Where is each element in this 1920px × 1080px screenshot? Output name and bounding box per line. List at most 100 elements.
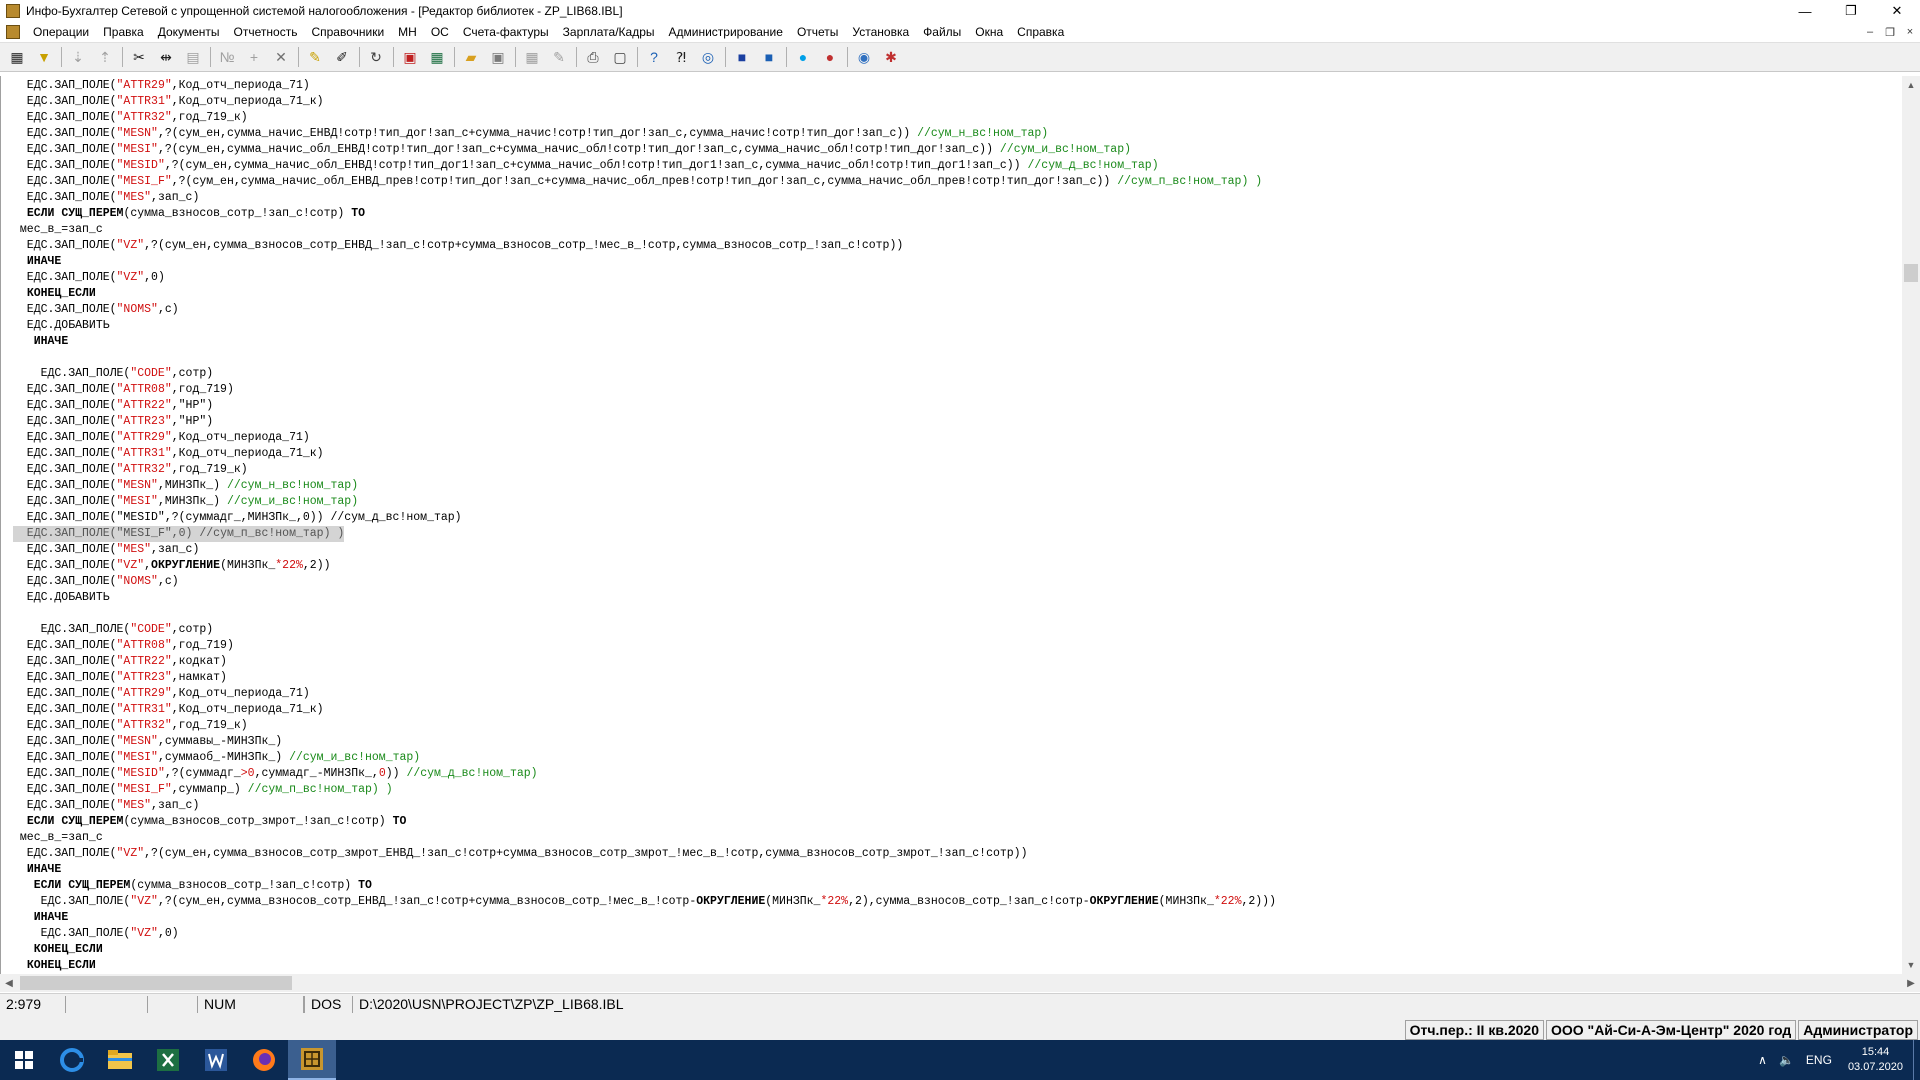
split-button[interactable]: ⇹ [155, 46, 177, 68]
help-button[interactable]: ? [643, 46, 665, 68]
code-line[interactable]: ЕДС.ЗАП_ПОЛЕ("ATTR23","НР") [13, 414, 213, 430]
menu-item[interactable]: Файлы [916, 25, 968, 39]
close-button[interactable]: ✕ [1874, 0, 1920, 22]
print-button[interactable]: ⎙ [582, 46, 604, 68]
pdf-button[interactable]: ▣ [399, 46, 421, 68]
menu-item[interactable]: Правка [96, 25, 151, 39]
cut-button[interactable]: ✂ [128, 46, 150, 68]
code-line[interactable]: ЕДС.ЗАП_ПОЛЕ("ATTR31",Код_отч_периода_71… [13, 446, 324, 462]
edit-disabled-button[interactable]: ✎ [548, 46, 570, 68]
code-line[interactable]: КОНЕЦ_ЕСЛИ [13, 942, 103, 958]
code-line[interactable]: ИНАЧЕ [13, 910, 69, 926]
open-folder-button[interactable]: ▰ [460, 46, 482, 68]
menu-item[interactable]: Справочники [304, 25, 391, 39]
menu-item[interactable]: Установка [845, 25, 916, 39]
code-line[interactable]: ЕДС.ЗАП_ПОЛЕ("MESID",?(суммадг_>0,суммад… [13, 766, 538, 782]
code-line[interactable]: ЕДС.ЗАП_ПОЛЕ("ATTR32",год_719_к) [13, 462, 248, 478]
code-line[interactable]: ЕДС.ЗАП_ПОЛЕ("VZ",?(сум_ен,сумма_взносов… [13, 238, 903, 254]
code-line[interactable]: ЕДС.ЗАП_ПОЛЕ("NOMS",с) [13, 302, 179, 318]
globe-button[interactable]: ◉ [853, 46, 875, 68]
code-line[interactable]: ЕДС.ДОБАВИТЬ [13, 318, 110, 334]
code-line[interactable]: ЕДС.ЗАП_ПОЛЕ("MESI_F",?(сум_ен,сумма_нач… [13, 174, 1262, 190]
menu-item[interactable]: Документы [151, 25, 227, 39]
refresh-button[interactable]: ↻ [365, 46, 387, 68]
taskbar-explorer[interactable] [96, 1040, 144, 1080]
excel-button[interactable]: ▦ [426, 46, 448, 68]
mdi-minimize-button[interactable]: – [1860, 26, 1880, 39]
menu-item[interactable]: Администрирование [662, 25, 790, 39]
filter-button[interactable]: ▼ [33, 46, 55, 68]
menu-item[interactable]: Зарплата/Кадры [556, 25, 662, 39]
context-help-button[interactable]: ⁈ [670, 46, 692, 68]
preview-button[interactable]: ▢ [609, 46, 631, 68]
code-line[interactable]: ЕДС.ЗАП_ПОЛЕ("ATTR22","НР") [13, 398, 213, 414]
taskbar-firefox[interactable] [240, 1040, 288, 1080]
code-line[interactable]: ЕДС.ЗАП_ПОЛЕ("ATTR29",Код_отч_периода_71… [13, 430, 310, 446]
show-desktop-button[interactable] [1913, 1040, 1920, 1080]
code-line[interactable]: ЕДС.ЗАП_ПОЛЕ("MESI_F",суммапр_) //сум_п_… [13, 782, 393, 798]
code-line[interactable]: ЕСЛИ СУЩ_ПЕРЕМ(сумма_взносов_сотр_!зап_с… [13, 878, 372, 894]
vertical-scroll-thumb[interactable] [1904, 264, 1918, 282]
code-line[interactable]: ЕДС.ЗАП_ПОЛЕ("ATTR32",год_719_к) [13, 110, 248, 126]
delete-button[interactable]: ✕ [270, 46, 292, 68]
code-line[interactable]: мес_в_=зап_с [13, 222, 103, 238]
menu-item[interactable]: Отчетность [227, 25, 305, 39]
taskbar-word[interactable] [192, 1040, 240, 1080]
scroll-left-icon[interactable]: ◀ [0, 974, 18, 992]
code-line[interactable]: ЕДС.ЗАП_ПОЛЕ("MESID",?(суммадг_,МИНЗПк_,… [13, 510, 462, 526]
code-line[interactable]: ЕДС.ЗАП_ПОЛЕ("MESN",суммавы_-МИНЗПк_) [13, 734, 282, 750]
code-editor[interactable]: ЕДС.ЗАП_ПОЛЕ("ATTR29",Код_отч_периода_71… [0, 76, 1902, 974]
compass-button[interactable]: ◎ [697, 46, 719, 68]
code-line[interactable]: ЕДС.ЗАП_ПОЛЕ("ATTR31",Код_отч_периода_71… [13, 94, 324, 110]
volume-icon[interactable]: 🔈 [1773, 1053, 1800, 1067]
code-line[interactable]: ИНАЧЕ [13, 334, 69, 350]
ms-button[interactable]: ■ [758, 46, 780, 68]
scroll-up-icon[interactable]: ▲ [1902, 76, 1920, 94]
code-line[interactable]: ЕДС.ЗАП_ПОЛЕ("MESN",?(сум_ен,сумма_начис… [13, 126, 1048, 142]
code-line[interactable]: ЕДС.ЗАП_ПОЛЕ("ATTR29",Код_отч_периода_71… [13, 78, 310, 94]
support-button[interactable]: ● [819, 46, 841, 68]
sort-asc-button[interactable]: ⇣ [67, 46, 89, 68]
code-line[interactable]: ЕСЛИ СУЩ_ПЕРЕМ(сумма_взносов_сотр_змрот_… [13, 814, 407, 830]
code-line[interactable]: КОНЕЦ_ЕСЛИ [13, 958, 96, 974]
menu-item[interactable]: ОС [424, 25, 456, 39]
sort-desc-button[interactable]: ⇡ [94, 46, 116, 68]
document-icon[interactable] [6, 25, 20, 39]
code-line[interactable]: ЕСЛИ СУЩ_ПЕРЕМ(сумма_взносов_сотр_!зап_с… [13, 206, 365, 222]
paste-button[interactable]: ▤ [182, 46, 204, 68]
code-line[interactable]: ЕДС.ЗАП_ПОЛЕ("VZ",?(сум_ен,сумма_взносов… [13, 846, 1028, 862]
code-line[interactable]: ЕДС.ДОБАВИТЬ [13, 590, 110, 606]
code-line[interactable]: ЕДС.ЗАП_ПОЛЕ("ATTR23",намкат) [13, 670, 227, 686]
code-line[interactable]: ЕДС.ЗАП_ПОЛЕ("VZ",0) [13, 926, 179, 942]
code-line[interactable]: ЕДС.ЗАП_ПОЛЕ("ATTR31",Код_отч_периода_71… [13, 702, 324, 718]
minimize-button[interactable]: — [1782, 0, 1828, 22]
code-line[interactable]: ЕДС.ЗАП_ПОЛЕ("VZ",?(сум_ен,сумма_взносов… [13, 894, 1276, 910]
mdi-close-button[interactable]: × [1900, 26, 1920, 39]
code-line[interactable]: ИНАЧЕ [13, 254, 62, 270]
code-line[interactable]: ЕДС.ЗАП_ПОЛЕ("MES",зап_с) [13, 798, 200, 814]
clock[interactable]: 15:44 03.07.2020 [1838, 1045, 1913, 1075]
vertical-scrollbar[interactable]: ▲ ▼ [1902, 76, 1920, 974]
taskbar-excel[interactable] [144, 1040, 192, 1080]
code-line[interactable]: ИНАЧЕ [13, 862, 62, 878]
code-line[interactable]: ЕДС.ЗАП_ПОЛЕ("MESI",МИНЗПк_) //сум_и_вс!… [13, 494, 358, 510]
code-line[interactable]: ЕДС.ЗАП_ПОЛЕ("VZ",ОКРУГЛЕНИЕ(МИНЗПк_*22%… [13, 558, 331, 574]
code-line[interactable]: ЕДС.ЗАП_ПОЛЕ("MES",зап_с) [13, 190, 200, 206]
code-line[interactable]: ЕДС.ЗАП_ПОЛЕ("MESI",?(сум_ен,сумма_начис… [13, 142, 1131, 158]
menu-item[interactable]: Операции [26, 25, 96, 39]
start-button[interactable] [0, 1040, 48, 1080]
menu-item[interactable]: Окна [968, 25, 1010, 39]
horizontal-scrollbar[interactable]: ◀ ▶ [0, 974, 1920, 992]
calculator-button[interactable]: ▦ [6, 46, 28, 68]
code-line[interactable]: ЕДС.ЗАП_ПОЛЕ("CODE",сотр) [13, 366, 214, 382]
code-line[interactable]: ЕДС.ЗАП_ПОЛЕ("CODE",сотр) [13, 622, 214, 638]
menu-item[interactable]: Отчеты [790, 25, 845, 39]
code-line[interactable]: ЕДС.ЗАП_ПОЛЕ("ATTR22",кодкат) [13, 654, 227, 670]
skype-button[interactable]: ● [792, 46, 814, 68]
code-line[interactable]: ЕДС.ЗАП_ПОЛЕ("ATTR08",год_719) [13, 638, 234, 654]
replace-button[interactable]: ✐ [331, 46, 353, 68]
number-button[interactable]: № [216, 46, 238, 68]
app-button[interactable]: ■ [731, 46, 753, 68]
add-button[interactable]: + [243, 46, 265, 68]
code-line[interactable]: мес_в_=зап_с [13, 830, 103, 846]
